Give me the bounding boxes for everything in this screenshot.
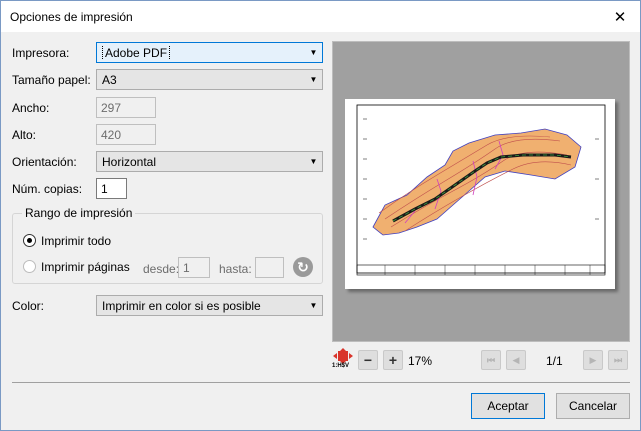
copies-label: Núm. copias: bbox=[12, 182, 83, 196]
width-label: Ancho: bbox=[12, 101, 50, 115]
next-page-icon: ▶ bbox=[589, 354, 597, 365]
page-indicator: 1/1 bbox=[546, 354, 563, 368]
print-all-radio[interactable] bbox=[23, 234, 36, 247]
paper-size-value: A3 bbox=[102, 72, 117, 87]
dialog-title: Opciones de impresión bbox=[10, 9, 133, 24]
printer-select[interactable]: Adobe PDF ▼ bbox=[96, 42, 323, 63]
close-icon: ✕ bbox=[613, 8, 627, 26]
color-select[interactable]: Imprimir en color si es posible ▼ bbox=[96, 295, 323, 316]
printer-label: Impresora: bbox=[12, 46, 70, 60]
fit-page-button[interactable]: 1:H$V bbox=[332, 348, 354, 372]
fit-page-icon bbox=[333, 348, 353, 364]
plus-icon: + bbox=[388, 352, 398, 368]
print-all-label[interactable]: Imprimir todo bbox=[41, 234, 111, 248]
paper-size-select[interactable]: A3 ▼ bbox=[96, 69, 323, 90]
fit-page-caption: 1:H$V bbox=[332, 363, 350, 369]
preview-drawing bbox=[356, 104, 606, 276]
copies-field[interactable]: 1 bbox=[96, 178, 127, 199]
accept-button[interactable]: Aceptar bbox=[471, 393, 545, 419]
last-page-button[interactable]: ⏭ bbox=[608, 350, 628, 370]
refresh-icon: ↻ bbox=[297, 258, 309, 275]
print-pages-label[interactable]: Imprimir páginas bbox=[41, 260, 130, 274]
first-page-icon: ⏮ bbox=[486, 354, 496, 365]
orientation-select[interactable]: Horizontal ▼ bbox=[96, 151, 323, 172]
to-field[interactable] bbox=[255, 257, 284, 278]
from-label: desde: bbox=[143, 262, 180, 276]
zoom-out-button[interactable]: − bbox=[358, 350, 378, 370]
prev-page-icon: ◀ bbox=[512, 354, 520, 365]
print-options-dialog: Opciones de impresión ✕ Impresora: Adobe… bbox=[0, 0, 641, 431]
zoom-in-button[interactable]: + bbox=[383, 350, 403, 370]
next-page-button[interactable]: ▶ bbox=[583, 350, 603, 370]
print-range-legend: Rango de impresión bbox=[22, 206, 136, 220]
print-pages-radio[interactable] bbox=[23, 260, 36, 273]
orientation-value: Horizontal bbox=[102, 154, 157, 169]
close-button[interactable]: ✕ bbox=[600, 1, 640, 32]
preview-page bbox=[345, 99, 615, 289]
paper-size-label: Tamaño papel: bbox=[12, 73, 91, 87]
refresh-range-button[interactable]: ↻ bbox=[293, 257, 313, 277]
cancel-button[interactable]: Cancelar bbox=[556, 393, 630, 419]
color-label: Color: bbox=[12, 299, 45, 313]
from-field[interactable]: 1 bbox=[178, 257, 210, 278]
color-value: Imprimir en color si es posible bbox=[102, 298, 261, 313]
to-label: hasta: bbox=[219, 262, 252, 276]
minus-icon: − bbox=[363, 352, 373, 368]
zoom-level: 17% bbox=[408, 354, 433, 368]
width-field[interactable]: 297 bbox=[96, 97, 156, 118]
height-label: Alto: bbox=[12, 128, 37, 142]
orientation-label: Orientación: bbox=[12, 155, 77, 169]
title-bar[interactable]: Opciones de impresión ✕ bbox=[1, 1, 640, 32]
height-field[interactable]: 420 bbox=[96, 124, 156, 145]
footer-separator bbox=[12, 382, 630, 383]
last-page-icon: ⏭ bbox=[613, 354, 623, 365]
chevron-down-icon: ▼ bbox=[309, 48, 318, 57]
first-page-button[interactable]: ⏮ bbox=[481, 350, 501, 370]
prev-page-button[interactable]: ◀ bbox=[506, 350, 526, 370]
chevron-down-icon: ▼ bbox=[309, 75, 318, 84]
chevron-down-icon: ▼ bbox=[309, 301, 318, 310]
printer-value: Adobe PDF bbox=[102, 45, 171, 60]
print-preview[interactable] bbox=[332, 41, 630, 342]
chevron-down-icon: ▼ bbox=[309, 157, 318, 166]
